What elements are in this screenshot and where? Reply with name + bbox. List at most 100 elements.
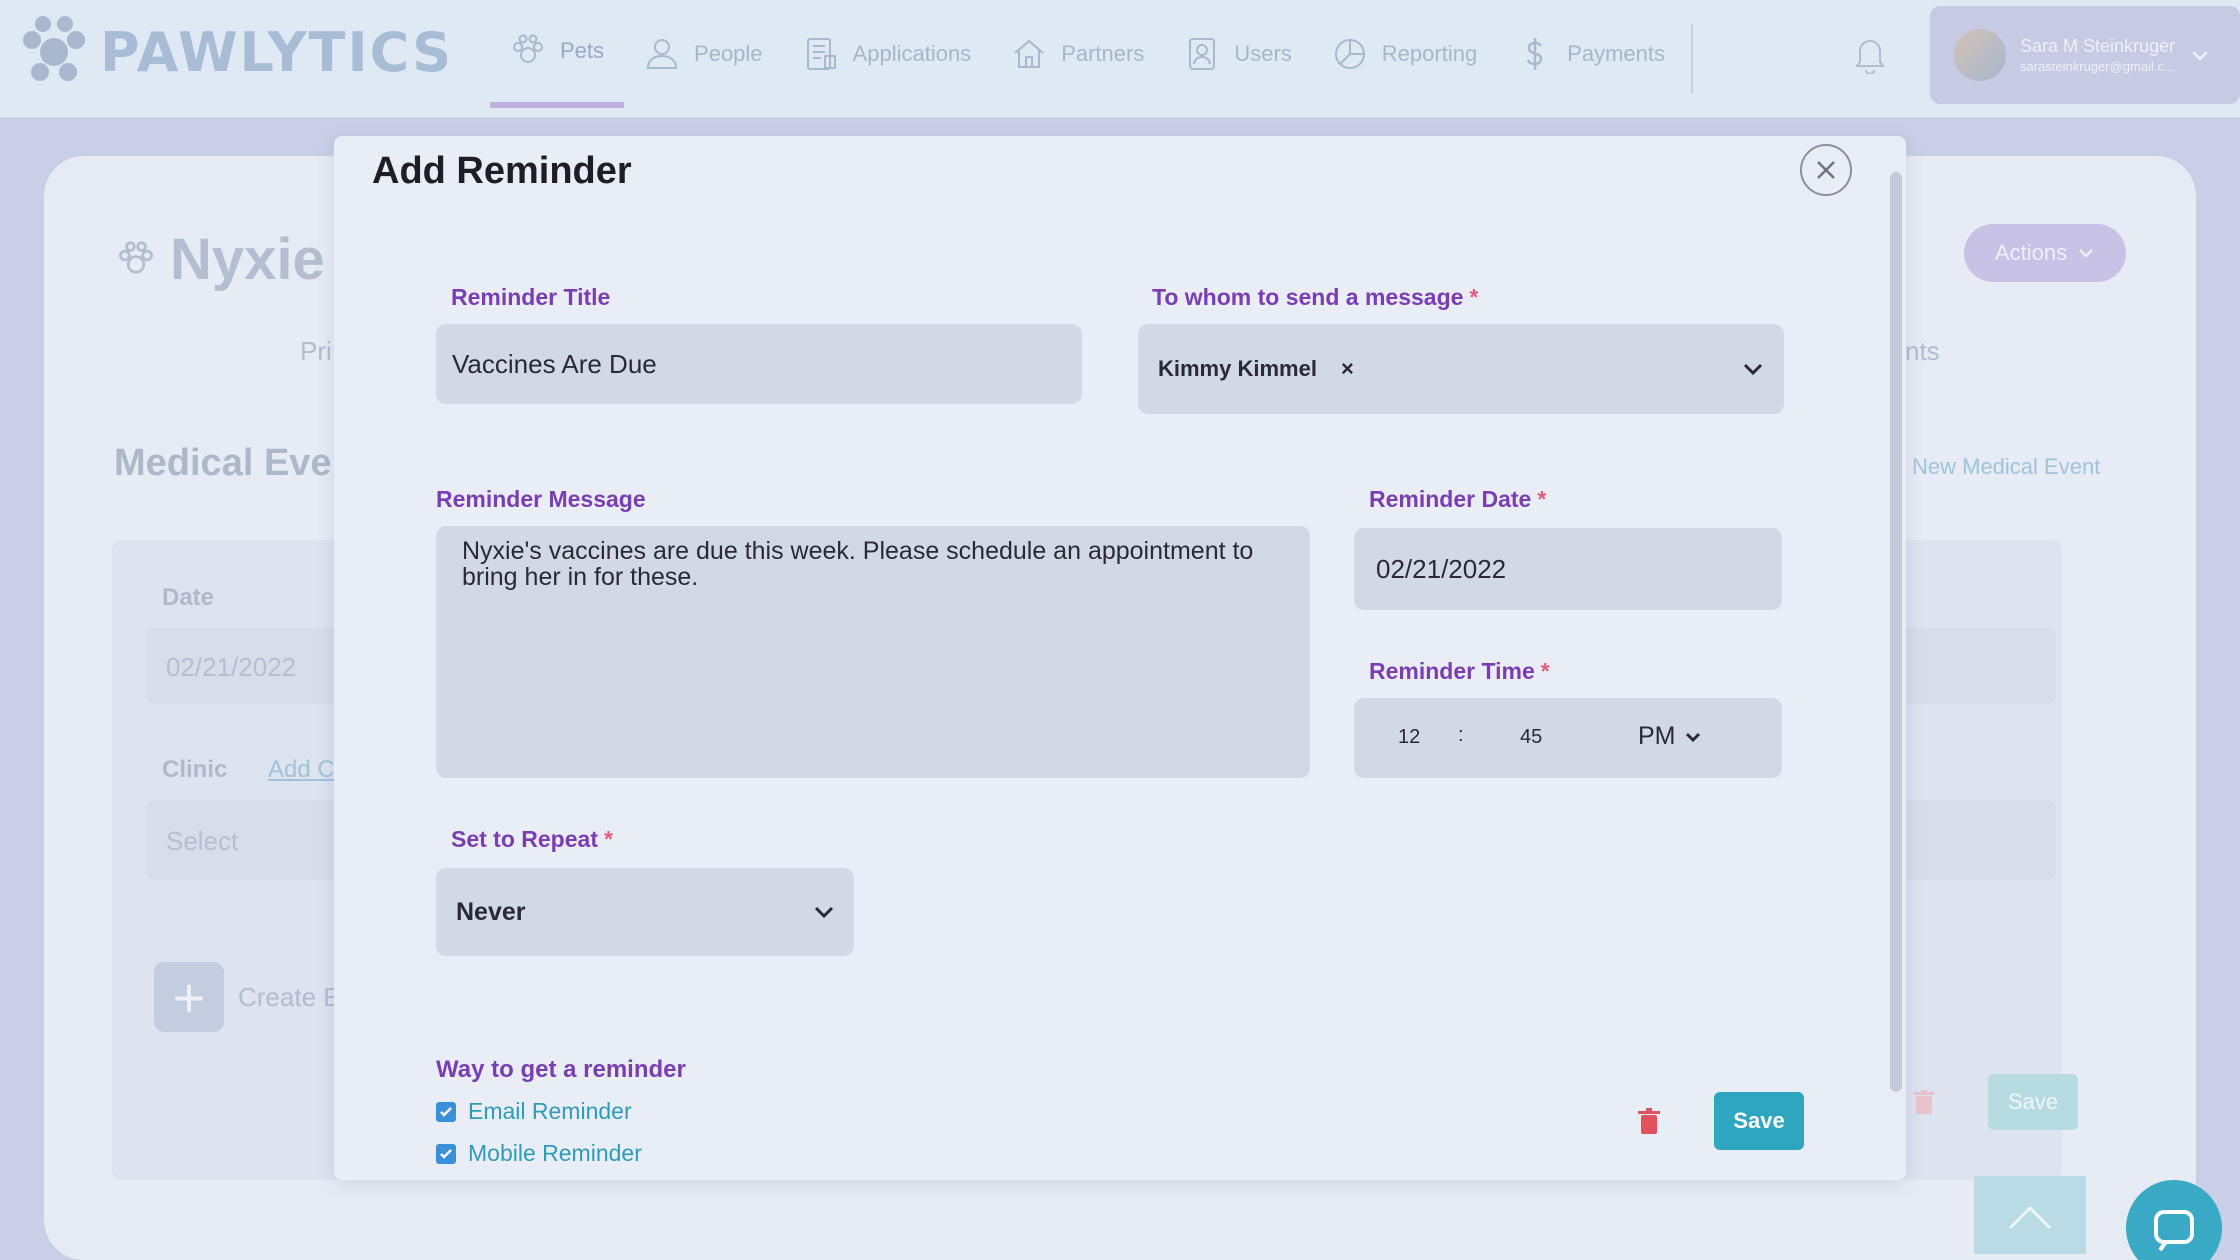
- avatar: [1954, 29, 2006, 81]
- tab-documents[interactable]: nts: [1905, 336, 1940, 367]
- chevron-down-icon: [2079, 249, 2093, 258]
- applications-icon: [806, 38, 836, 70]
- nav-item-partners[interactable]: Partners: [991, 0, 1164, 108]
- ampm-value: PM: [1638, 722, 1676, 750]
- time-hour-input[interactable]: 12: [1398, 726, 1420, 749]
- chevron-down-icon: [1685, 732, 1700, 742]
- home-icon: [1014, 39, 1044, 68]
- background-select[interactable]: [1880, 800, 2056, 880]
- close-icon: [1817, 161, 1835, 179]
- clinic-label: Clinic: [162, 756, 228, 783]
- modal-scrollbar[interactable]: [1890, 172, 1902, 1092]
- chat-button[interactable]: [2126, 1180, 2222, 1260]
- reminder-method-label: Way to get a reminder: [436, 1056, 686, 1083]
- recipient-label: To whom to send a message *: [1152, 284, 1478, 311]
- actions-label: Actions: [1994, 240, 2068, 265]
- chart-icon: [1334, 39, 1365, 69]
- mobile-reminder-option[interactable]: Mobile Reminder: [436, 1140, 642, 1167]
- section-title: Medical Even: [114, 442, 355, 484]
- add-clinic-link[interactable]: Add C: [268, 756, 335, 784]
- paw-icon: [513, 34, 543, 63]
- new-medical-event-link[interactable]: New Medical Event: [1912, 454, 2100, 480]
- background-save-button[interactable]: Save: [1988, 1074, 2078, 1130]
- recipient-tag: Kimmy Kimmel ×: [1158, 356, 1354, 382]
- reminder-title-input[interactable]: [436, 324, 1082, 404]
- nav-item-reporting[interactable]: Reporting: [1312, 0, 1497, 108]
- reminder-date-label: Reminder Date *: [1369, 486, 1546, 513]
- dollar-icon: [1527, 38, 1543, 70]
- nav-label: Payments: [1567, 41, 1666, 66]
- chevron-down-icon: [2192, 51, 2208, 61]
- nav-label: Partners: [1061, 41, 1145, 66]
- nav-item-payments[interactable]: Payments: [1497, 0, 1685, 108]
- save-button[interactable]: Save: [1714, 1092, 1804, 1150]
- reminder-date-input[interactable]: [1354, 528, 1782, 610]
- actions-button[interactable]: Actions: [1964, 224, 2126, 282]
- trash-icon: [1638, 1108, 1660, 1134]
- user-name: Sara M Steinkruger: [2020, 36, 2176, 56]
- trash-icon: [1914, 1090, 1934, 1114]
- app-logo[interactable]: PAWLYTICS: [16, 14, 453, 90]
- repeat-label: Set to Repeat *: [451, 826, 613, 853]
- bell-icon: [1855, 40, 1885, 75]
- tab-primary[interactable]: Pri: [300, 336, 332, 367]
- nav-label: Pets: [560, 38, 605, 63]
- plus-icon: +: [154, 962, 224, 1032]
- nav-item-users[interactable]: Users: [1164, 0, 1311, 108]
- reminder-title-label-text: Reminder Title: [451, 284, 611, 310]
- email-reminder-label: Email Reminder: [468, 1098, 632, 1124]
- date-label: Date: [162, 584, 215, 611]
- required-asterisk: *: [1540, 658, 1550, 684]
- background-field[interactable]: [1880, 628, 2056, 704]
- recipient-label-text: To whom to send a message: [1152, 284, 1464, 310]
- delete-reminder-button[interactable]: [1638, 1108, 1660, 1139]
- paw-icon: [119, 240, 153, 274]
- create-event-button[interactable]: + Create E: [154, 962, 341, 1032]
- nav-item-applications[interactable]: Applications: [783, 0, 992, 108]
- time-separator: :: [1458, 724, 1464, 746]
- nav-divider: [1691, 24, 1694, 94]
- repeat-select[interactable]: Never: [436, 868, 854, 956]
- scroll-to-top-button[interactable]: [1974, 1176, 2086, 1254]
- user-badge-icon: [1189, 38, 1216, 70]
- ampm-select[interactable]: PM: [1638, 722, 1702, 751]
- remove-recipient-icon[interactable]: ×: [1341, 356, 1354, 382]
- user-email: sarasteinkruger@gmail.c...: [2020, 59, 2175, 74]
- paw-logo-icon: [23, 16, 85, 81]
- reminder-message-textarea[interactable]: Nyxie's vaccines are due this week. Plea…: [436, 526, 1310, 778]
- app-name: PAWLYTICS: [100, 20, 454, 84]
- reminder-title-label: Reminder Title: [451, 284, 610, 311]
- chevron-down-icon: [814, 906, 834, 919]
- reminder-time-picker: 12 : 45 PM: [1354, 698, 1782, 778]
- chat-icon: [2154, 1210, 2194, 1252]
- required-asterisk: *: [1537, 486, 1547, 512]
- modal-title: Add Reminder: [372, 150, 632, 192]
- user-menu[interactable]: Sara M Steinkruger sarasteinkruger@gmail…: [1930, 6, 2240, 104]
- mobile-reminder-checkbox[interactable]: [436, 1143, 456, 1164]
- create-event-label: Create E: [238, 981, 341, 1012]
- reminder-time-label: Reminder Time *: [1369, 658, 1550, 685]
- message-label-text: Reminder Message: [436, 486, 646, 512]
- reminder-date-label-text: Reminder Date: [1369, 486, 1532, 512]
- background-delete-button[interactable]: [1914, 1090, 1934, 1119]
- required-asterisk: *: [1469, 284, 1479, 310]
- repeat-label-text: Set to Repeat: [451, 826, 598, 852]
- reminder-time-label-text: Reminder Time: [1369, 658, 1535, 684]
- repeat-value: Never: [456, 897, 526, 926]
- nav-item-pets[interactable]: Pets: [490, 0, 625, 108]
- close-button[interactable]: [1800, 144, 1852, 196]
- recipient-tag-label: Kimmy Kimmel: [1158, 356, 1317, 381]
- add-reminder-modal: Add Reminder Reminder Title To whom to s…: [334, 136, 1906, 1180]
- email-reminder-option[interactable]: Email Reminder: [436, 1098, 632, 1125]
- notifications-button[interactable]: [1852, 34, 1888, 79]
- recipient-select[interactable]: Kimmy Kimmel ×: [1138, 324, 1784, 414]
- checkmark-icon: [440, 1106, 452, 1117]
- nav-item-people[interactable]: People: [624, 0, 783, 108]
- pet-name: Nyxie: [170, 227, 325, 292]
- user-info: Sara M Steinkruger sarasteinkruger@gmail…: [2020, 36, 2175, 74]
- email-reminder-checkbox[interactable]: [436, 1101, 456, 1122]
- time-minute-input[interactable]: 45: [1520, 726, 1542, 749]
- message-label: Reminder Message: [436, 486, 646, 513]
- main-nav: Pets People Applications Partners Users …: [490, 0, 1694, 118]
- top-navigation-bar: PAWLYTICS Pets People Applications Partn…: [0, 0, 2240, 118]
